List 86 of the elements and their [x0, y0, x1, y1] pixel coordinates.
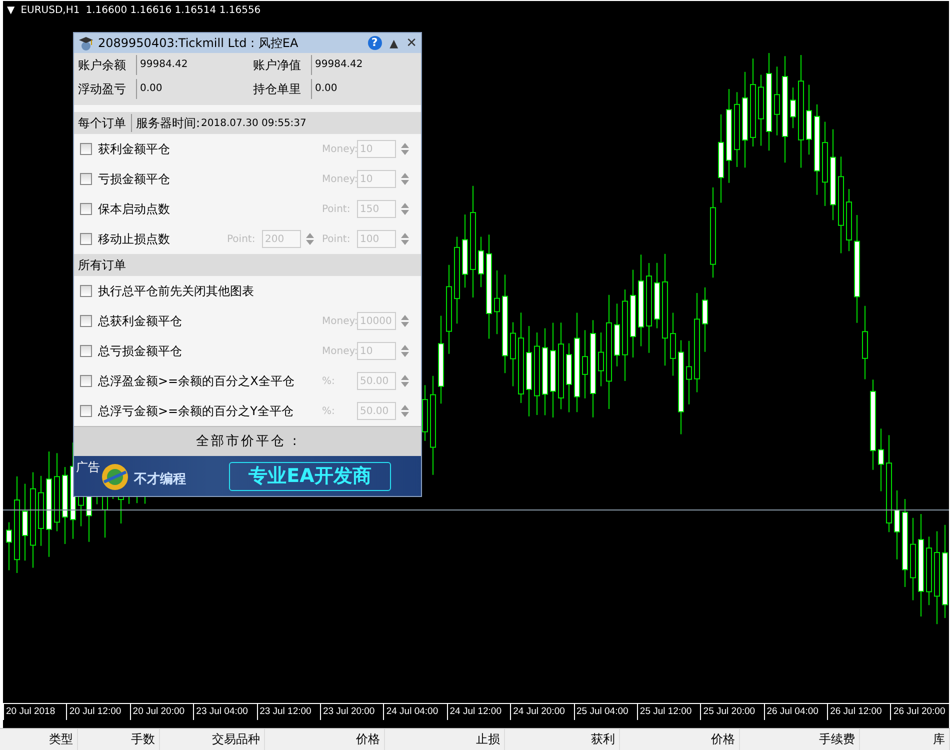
spin-arrows-icon[interactable] [400, 403, 410, 419]
spin-arrows-icon[interactable] [400, 171, 410, 187]
graduation-cap-icon [78, 35, 94, 51]
input-label: Money: [322, 142, 357, 156]
axis-label: 25 Jul 12:00 [636, 704, 700, 720]
server-time-label: 服务器时间: [131, 114, 200, 132]
server-time: 2018.07.30 09:55:37 [201, 116, 306, 130]
checkbox[interactable] [80, 405, 92, 417]
axis-label: 23 Jul 20:00 [320, 704, 384, 720]
price-quote: 1.16600 1.16616 1.16514 1.16556 [86, 4, 261, 17]
spin-arrows-icon[interactable] [400, 141, 410, 157]
checkbox[interactable] [80, 345, 92, 357]
option-label: 总浮亏金额>=余额的百分之Y全平仓 [98, 403, 294, 420]
input-label: Money: [322, 172, 357, 186]
input-label: Money: [322, 314, 357, 328]
spin-arrows-icon[interactable] [400, 201, 410, 217]
account-label: 账户余额 [78, 57, 127, 74]
chart-symbol: EURUSD,H1 [20, 4, 80, 17]
spin-arrows-icon[interactable] [400, 373, 410, 389]
column-header[interactable]: 价格 [265, 729, 385, 750]
account-label: 持仓单里 [253, 81, 302, 98]
account-label: 账户净值 [253, 57, 302, 74]
checkbox[interactable] [80, 233, 92, 245]
column-header[interactable]: 获利 [505, 729, 620, 750]
axis-label: 25 Jul 20:00 [700, 704, 764, 720]
input-label: %: [322, 404, 336, 418]
option-label: 总浮盈金额>=余额的百分之X全平仓 [98, 373, 296, 390]
checkbox[interactable] [80, 285, 92, 297]
ad-banner[interactable]: 广告 不才编程 专业EA开发商 [74, 456, 421, 496]
account-value: 99984.42 [311, 55, 417, 75]
spin-arrows-icon[interactable] [400, 231, 410, 247]
input-label: Point: [322, 232, 352, 246]
axis-label: 20 Jul 12:00 [66, 704, 130, 720]
column-header[interactable]: 交易品种 [160, 729, 265, 750]
logo-icon [100, 462, 130, 492]
option-label: 执行总平仓前先关闭其他图表 [98, 283, 255, 300]
column-header[interactable]: 价格 [620, 729, 740, 750]
section-header: 每个订单 [78, 115, 126, 132]
axis-label: 23 Jul 12:00 [256, 704, 320, 720]
axis-label: 26 Jul 20:00 [890, 704, 950, 720]
close-button[interactable]: ✕ [406, 36, 417, 50]
ad-label: 广告 [76, 459, 100, 476]
input-label: %: [322, 374, 336, 388]
checkbox[interactable] [80, 375, 92, 387]
input-label: Point: [322, 202, 352, 216]
help-button[interactable]: ? [368, 36, 382, 50]
account-value: 0.00 [311, 79, 417, 99]
checkbox[interactable] [80, 315, 92, 327]
column-header[interactable]: 类型 [0, 729, 78, 750]
checkbox[interactable] [80, 143, 92, 155]
input-label: Money: [322, 344, 357, 358]
column-header[interactable]: 手数 [78, 729, 160, 750]
axis-label: 23 Jul 04:00 [193, 704, 257, 720]
spin-arrows-icon[interactable] [400, 343, 410, 359]
option-label: 亏损金额平仓 [98, 171, 171, 188]
column-header[interactable]: 手续费 [740, 729, 860, 750]
option-label: 总获利金额平仓 [98, 313, 183, 330]
axis-label: 20 Jul 2018 [3, 704, 66, 720]
option-label: 保本启动点数 [98, 201, 171, 218]
close-all-button[interactable]: 全部市价平仓 : [74, 426, 421, 456]
checkbox[interactable] [80, 203, 92, 215]
spin-arrows-icon[interactable] [400, 313, 410, 329]
option-label: 获利金额平仓 [98, 141, 171, 158]
account-label: 浮动盈亏 [78, 81, 127, 98]
option-label: 移动止损点数 [98, 231, 171, 248]
axis-label: 26 Jul 12:00 [827, 704, 890, 720]
input-label: Point: [227, 232, 256, 246]
section-header: 所有订单 [78, 257, 126, 274]
ad-brand: 不才编程 [134, 470, 186, 489]
axis-label: 20 Jul 20:00 [130, 704, 194, 720]
option-label: 总亏损金额平仓 [98, 343, 183, 360]
spin-arrows-icon[interactable] [305, 231, 315, 247]
axis-label: 24 Jul 04:00 [383, 704, 447, 720]
account-value: 0.00 [136, 79, 253, 99]
account-value: 99984.42 [136, 55, 253, 75]
window-title: 2089950403:Tickmill Ltd : 风控EA [98, 35, 300, 52]
axis-label: 24 Jul 12:00 [446, 704, 510, 720]
column-header[interactable]: 库 [860, 729, 950, 750]
minimize-button[interactable]: ▲ [390, 38, 398, 48]
axis-label: 26 Jul 04:00 [764, 704, 828, 720]
ad-slogan: 专业EA开发商 [229, 462, 391, 491]
axis-label: 25 Jul 04:00 [574, 704, 637, 720]
column-header[interactable]: 止损 [385, 729, 505, 750]
axis-label: 24 Jul 20:00 [510, 704, 574, 720]
chart-menu-icon[interactable]: ▼ [7, 3, 15, 17]
checkbox[interactable] [80, 173, 92, 185]
